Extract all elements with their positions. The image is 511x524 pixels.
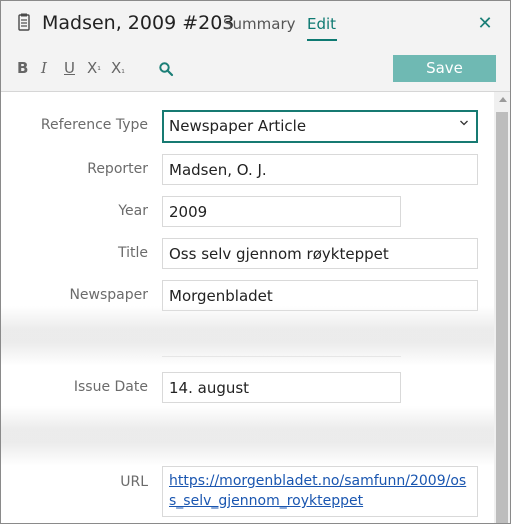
scroll-thumb[interactable] xyxy=(496,112,508,523)
issue-date-label: Issue Date xyxy=(73,379,148,395)
url-label: URL xyxy=(120,474,148,490)
newspaper-label: Newspaper xyxy=(69,287,148,303)
italic-button[interactable]: I xyxy=(41,59,47,77)
close-button[interactable]: ✕ xyxy=(476,14,494,34)
reference-title: Madsen, 2009 #203 xyxy=(42,12,235,34)
superscript-label: X xyxy=(87,59,98,77)
title-field[interactable]: Oss selv gjennom røykteppet xyxy=(162,238,478,269)
title-label: Title xyxy=(117,245,148,261)
underline-button[interactable]: U xyxy=(64,59,75,77)
url-field[interactable]: https://morgenbladet.no/samfunn/2009/oss… xyxy=(162,466,478,517)
year-label: Year xyxy=(118,203,148,219)
reporter-field[interactable]: Madsen, O. J. xyxy=(162,154,478,185)
url-link[interactable]: https://morgenbladet.no/samfunn/2009/oss… xyxy=(169,473,466,509)
superscript-button[interactable]: X¹ xyxy=(87,59,101,77)
reference-editor-window: Madsen, 2009 #203 Summary Edit ✕ B I U X… xyxy=(0,0,511,524)
subscript-button[interactable]: X₁ xyxy=(111,59,125,77)
subscript-label: X xyxy=(111,59,122,77)
active-tab-indicator xyxy=(307,39,337,41)
bold-button[interactable]: B xyxy=(17,59,28,77)
document-icon xyxy=(18,13,30,31)
reference-type-select[interactable]: Newspaper Article xyxy=(162,110,478,143)
reference-type-value: Newspaper Article xyxy=(169,117,307,135)
subscript-mark: ₁ xyxy=(121,66,125,76)
chevron-down-icon xyxy=(460,120,468,126)
divider xyxy=(162,356,401,357)
issue-date-field[interactable]: 14. august xyxy=(162,372,401,403)
tab-edit[interactable]: Edit xyxy=(307,15,336,33)
reference-type-label: Reference Type xyxy=(40,117,148,133)
search-icon[interactable] xyxy=(158,61,174,77)
save-button[interactable]: Save xyxy=(393,55,496,82)
blurred-region xyxy=(1,306,494,366)
reporter-label: Reporter xyxy=(87,161,148,177)
scroll-up-arrow[interactable] xyxy=(499,97,507,102)
superscript-mark: ¹ xyxy=(97,66,101,76)
header-bar: Madsen, 2009 #203 Summary Edit ✕ B I U X… xyxy=(1,1,510,92)
blurred-region xyxy=(1,406,494,466)
tab-summary[interactable]: Summary xyxy=(223,15,296,33)
year-field[interactable]: 2009 xyxy=(162,196,401,227)
